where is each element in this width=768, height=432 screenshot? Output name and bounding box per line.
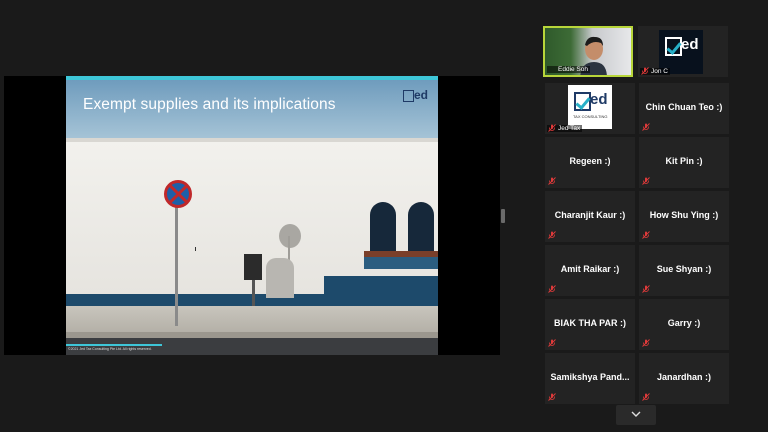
bin-post — [252, 280, 255, 306]
microphone-muted-icon — [642, 285, 650, 293]
participant-name-label: Jon C — [640, 67, 670, 75]
participant-name-label: Jed Tax — [547, 124, 583, 132]
microphone-muted-icon — [548, 339, 556, 347]
video-tile-jon-c[interactable]: ed Jon C — [638, 26, 728, 77]
participant-tile[interactable]: Janardhan :) — [639, 353, 729, 404]
slide-title: Exempt supplies and its implications — [83, 96, 336, 113]
participant-tile[interactable]: Charanjit Kaur :) — [545, 191, 635, 242]
participant-tile[interactable]: Chin Chuan Teo :) — [639, 83, 729, 134]
chevron-down-icon — [631, 411, 641, 417]
footer-accent-bar — [66, 344, 162, 346]
shared-screen: Exempt supplies and its implications ed … — [4, 76, 500, 355]
microphone-muted-icon — [548, 124, 556, 132]
window-ledge-base — [364, 257, 438, 269]
mouse-cursor-icon — [195, 247, 199, 251]
participant-name: Amit Raikar :) — [560, 264, 620, 274]
sign-pole — [175, 196, 178, 326]
microphone-muted-icon — [642, 123, 650, 131]
microphone-muted-icon — [642, 393, 650, 401]
gallery-scroll-down-button[interactable] — [616, 405, 656, 425]
microphone-muted-icon — [642, 339, 650, 347]
no-stopping-sign — [164, 180, 192, 208]
participant-tile[interactable]: Amit Raikar :) — [545, 245, 635, 296]
participant-name: Janardhan :) — [656, 372, 711, 382]
participant-tile[interactable]: Regeen :) — [545, 137, 635, 188]
microphone-muted-icon — [548, 177, 556, 185]
participant-name: How Shu Ying :) — [649, 210, 719, 220]
presentation-slide: Exempt supplies and its implications ed … — [66, 76, 438, 355]
trash-bin — [244, 254, 262, 280]
jed-logo-image: ed TAX CONSULTING — [568, 85, 612, 129]
resize-handle[interactable] — [501, 209, 505, 223]
slide-footer: ©2021 Jed Tax Consulting Pte Ltd. All ri… — [68, 347, 152, 351]
slide-logo: ed — [403, 88, 429, 105]
participant-name: Chin Chuan Teo :) — [645, 102, 723, 112]
slide-accent-bar — [66, 76, 438, 80]
participant-tile[interactable]: Samikshya Pand... — [545, 353, 635, 404]
participant-tile[interactable]: Garry :) — [639, 299, 729, 350]
sign-shadow — [279, 224, 301, 248]
microphone-muted-icon — [548, 393, 556, 401]
participant-name: Kit Pin :) — [665, 156, 703, 166]
participant-tile[interactable]: Sue Shyan :) — [639, 245, 729, 296]
participant-name: Samikshya Pand... — [550, 372, 630, 382]
video-tile-jed-tax[interactable]: ed TAX CONSULTING Jed Tax — [545, 83, 635, 134]
participant-name: BIAK THA PAR :) — [554, 318, 626, 328]
participant-tile[interactable]: BIAK THA PAR :) — [545, 299, 635, 350]
participant-name: Regeen :) — [569, 156, 611, 166]
microphone-muted-icon — [642, 231, 650, 239]
microphone-muted-icon — [642, 177, 650, 185]
microphone-muted-icon — [548, 231, 556, 239]
participant-tile[interactable]: Kit Pin :) — [639, 137, 729, 188]
pavement — [66, 306, 438, 334]
slide-logo-text: ed — [414, 88, 429, 102]
participant-name: Charanjit Kaur :) — [554, 210, 626, 220]
participant-name: Garry :) — [667, 318, 701, 328]
participant-name: Sue Shyan :) — [656, 264, 712, 274]
bin-shadow — [266, 258, 294, 298]
arched-window — [408, 202, 434, 252]
arched-window — [370, 202, 396, 252]
video-tile-eddie-soh[interactable]: Eddie Soh — [543, 26, 633, 77]
microphone-muted-icon — [641, 67, 649, 75]
participant-name-label: Eddie Soh — [547, 66, 590, 73]
participant-tile[interactable]: How Shu Ying :) — [639, 191, 729, 242]
microphone-muted-icon — [548, 285, 556, 293]
